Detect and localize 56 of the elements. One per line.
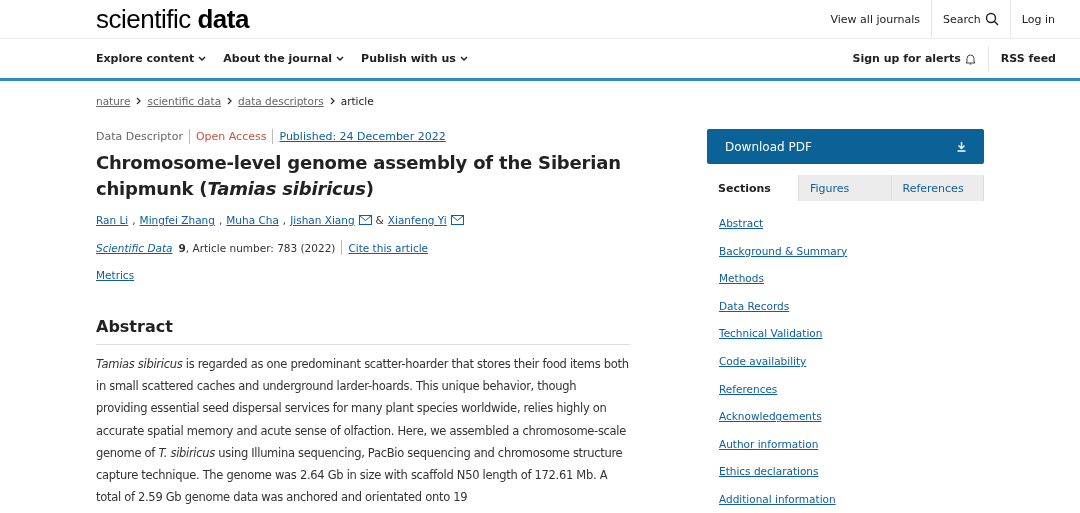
nav-menu[interactable]: Explore content bbox=[96, 52, 207, 65]
author-link[interactable]: Xianfeng Yi bbox=[387, 214, 447, 226]
published-link[interactable]: Published: 24 December 2022 bbox=[273, 130, 446, 143]
citation-text: 9, Article number: 783 (2022) bbox=[178, 241, 336, 254]
article-title: Chromosome-level genome assembly of the Siberian chipmunk (Tamias sibiricus) bbox=[96, 151, 622, 201]
author-separator: , bbox=[218, 214, 223, 226]
mail-icon[interactable] bbox=[450, 215, 464, 225]
breadcrumb-current: article bbox=[340, 95, 374, 107]
author-link[interactable]: Muha Cha bbox=[226, 214, 279, 226]
download-pdf-button[interactable]: Download PDF bbox=[707, 129, 984, 164]
chevron-right-icon bbox=[136, 97, 142, 105]
journal-logo[interactable]: scientific data bbox=[96, 3, 820, 35]
nav-menu[interactable]: Publish with us bbox=[361, 52, 468, 65]
header-link[interactable]: Log in bbox=[1010, 0, 1066, 38]
chevron-icon bbox=[198, 55, 207, 62]
download-icon bbox=[957, 141, 966, 152]
breadcrumb-link[interactable]: scientific data bbox=[147, 95, 222, 107]
rss-link[interactable]: RSS feed bbox=[988, 45, 1080, 72]
chevron-right-icon bbox=[227, 97, 233, 105]
chevron-right-icon bbox=[329, 97, 335, 105]
section-link[interactable]: Data Records bbox=[719, 299, 790, 312]
article-type: Data Descriptor bbox=[96, 130, 184, 143]
metrics-link[interactable]: Metrics bbox=[96, 269, 135, 281]
abstract-paragraph: Tamias sibiricus is regarded as one predominant scatter-hoarder that stores their food items both in small scattered caches and underground larder-hoards. This unique behavior, though providing essential seed dispersal services for many plant species worldwide, relies highly on accurate spatial memory and acute sense of olfaction. Here, we assembled a chromosome-scale genome of T. sibiricus using Illumina sequencing, PacBio sequencing and chromosome structure capture technique. The genome was 2.64 Gb in size with scaffold N50 length of 172.61 Mb. A total of 2.59 Gb genome data was anchored and orientated onto 19 bbox=[96, 356, 630, 507]
cite-link[interactable]: Cite this article bbox=[348, 241, 429, 254]
section-link[interactable]: Methods bbox=[719, 272, 764, 285]
section-link[interactable]: Acknowledgements bbox=[719, 410, 822, 423]
section-link[interactable]: Author information bbox=[719, 437, 819, 450]
author-separator: , bbox=[282, 214, 287, 226]
breadcrumb-link[interactable]: data descriptors bbox=[238, 95, 324, 107]
breadcrumb-link[interactable]: nature bbox=[96, 95, 131, 107]
author-link[interactable]: Mingfei Zhang bbox=[139, 214, 215, 226]
author-link[interactable]: Ran Li bbox=[96, 214, 129, 226]
chevron-icon bbox=[459, 55, 468, 62]
section-link[interactable]: Technical Validation bbox=[719, 327, 823, 340]
search-icon bbox=[984, 12, 999, 26]
section-link[interactable]: Background & Summary bbox=[719, 244, 848, 257]
nav-menu[interactable]: About the journal bbox=[223, 52, 345, 65]
access-label: Open Access bbox=[194, 130, 268, 143]
bell-icon bbox=[964, 52, 976, 65]
section-link[interactable]: Additional information bbox=[719, 492, 836, 505]
header-link[interactable]: Search bbox=[932, 0, 1011, 38]
author-link[interactable]: Jishan Xiang bbox=[290, 214, 355, 226]
section-link[interactable]: References bbox=[719, 382, 778, 395]
author-separator: , bbox=[132, 214, 136, 226]
journal-link[interactable]: Scientific Data bbox=[96, 241, 173, 254]
section-link[interactable]: Code availability bbox=[719, 354, 807, 367]
section-link[interactable]: Ethics declarations bbox=[719, 465, 819, 478]
chevron-icon bbox=[336, 55, 345, 62]
mail-icon[interactable] bbox=[358, 215, 372, 225]
author-separator: & bbox=[375, 214, 384, 226]
sidebar-tab[interactable]: Sections bbox=[707, 175, 799, 201]
section-link[interactable]: Abstract bbox=[719, 217, 764, 229]
section-heading: Abstract bbox=[96, 317, 630, 345]
alerts-link[interactable]: Sign up for alerts bbox=[840, 45, 989, 72]
header-link[interactable]: View all journals bbox=[819, 0, 933, 38]
